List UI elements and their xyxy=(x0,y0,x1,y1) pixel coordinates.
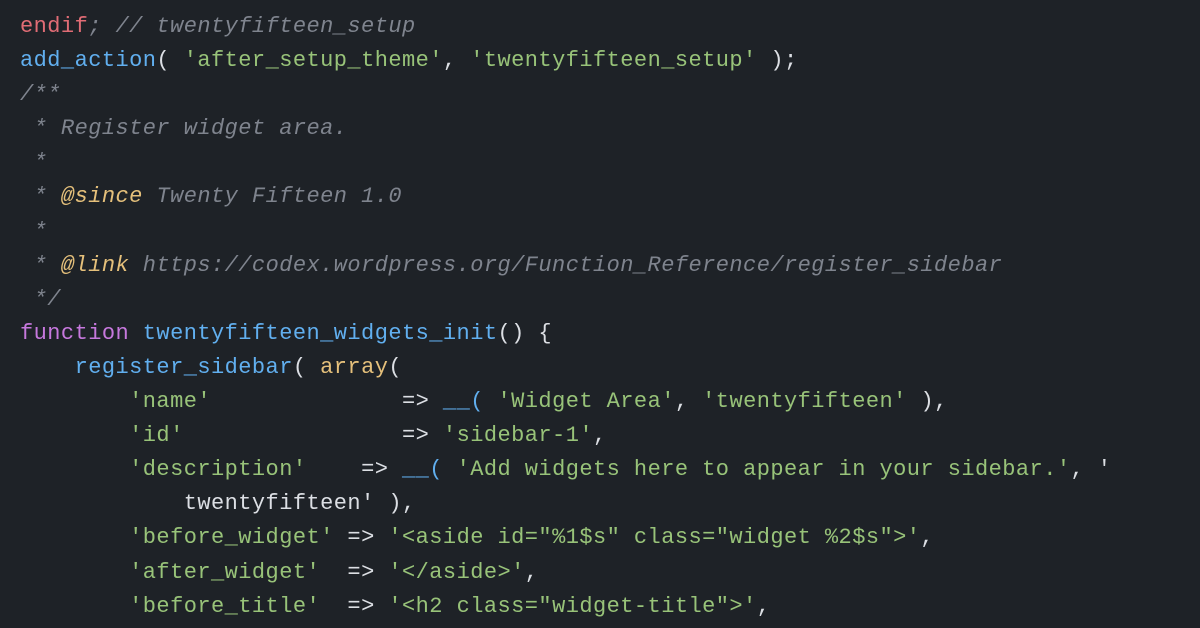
code-editor: endif; // twentyfifteen_setupadd_action(… xyxy=(0,0,1200,628)
code-line-10: */ xyxy=(20,283,1200,317)
code-line-13: 'name' => __( 'Widget Area', 'twentyfift… xyxy=(20,385,1200,419)
code-content: endif; // twentyfifteen_setupadd_action(… xyxy=(20,10,1200,628)
code-line-4: /** xyxy=(20,78,1200,112)
code-line-16: twentyfifteen' ), xyxy=(20,487,1200,521)
code-line-12: register_sidebar( array( xyxy=(20,351,1200,385)
code-line-11: function twentyfifteen_widgets_init() { xyxy=(20,317,1200,351)
code-line-17: 'before_widget' => '<aside id="%1$s" cla… xyxy=(20,521,1200,555)
code-line-7: * @since Twenty Fifteen 1.0 xyxy=(20,180,1200,214)
code-line-1: endif; // twentyfifteen_setup xyxy=(20,10,1200,44)
code-line-5: * Register widget area. xyxy=(20,112,1200,146)
code-line-20: 'after_title' => '</h2>', xyxy=(20,624,1200,628)
code-line-2: add_action( 'after_setup_theme', 'twenty… xyxy=(20,44,1200,78)
code-line-6: * xyxy=(20,146,1200,180)
code-line-9: * @link https://codex.wordpress.org/Func… xyxy=(20,249,1200,283)
code-line-8: * xyxy=(20,215,1200,249)
code-line-15: 'description' => __( 'Add widgets here t… xyxy=(20,453,1200,487)
code-line-14: 'id' => 'sidebar-1', xyxy=(20,419,1200,453)
code-line-19: 'before_title' => '<h2 class="widget-tit… xyxy=(20,590,1200,624)
code-line-18: 'after_widget' => '</aside>', xyxy=(20,556,1200,590)
